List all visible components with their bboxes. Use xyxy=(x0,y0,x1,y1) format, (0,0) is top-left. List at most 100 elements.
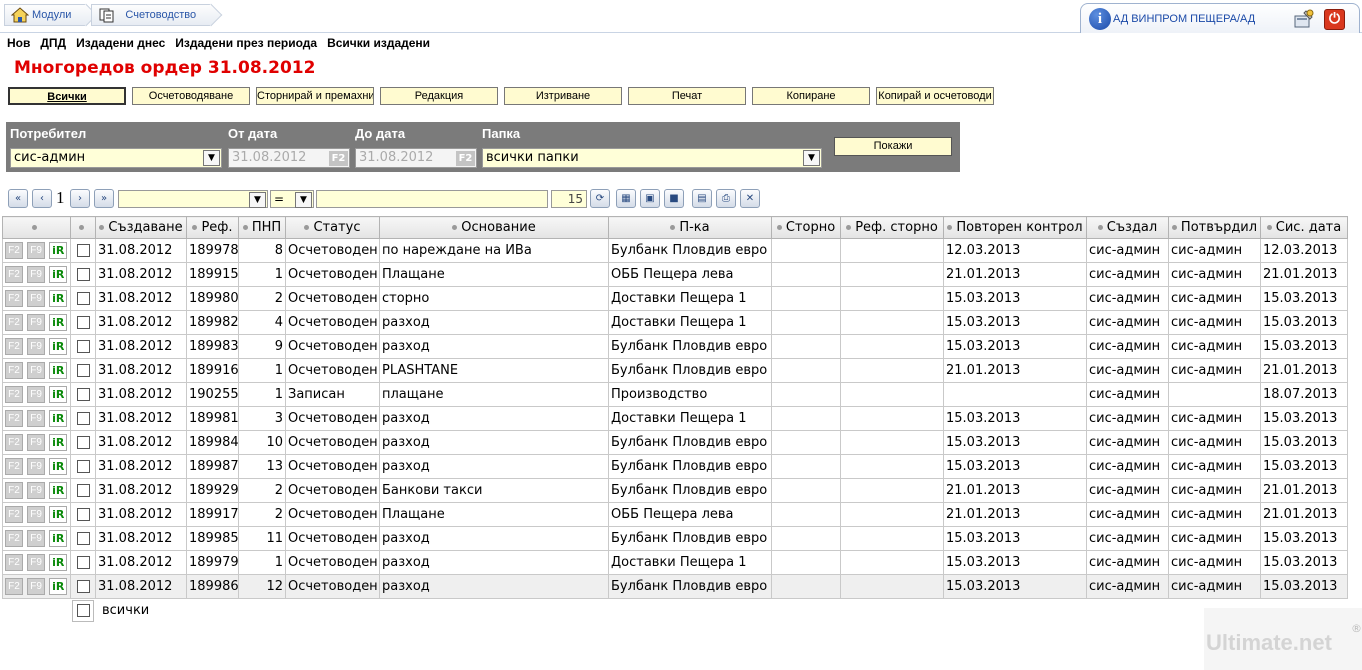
select-all-checkbox[interactable] xyxy=(77,604,90,617)
ir-button[interactable]: iR xyxy=(49,434,68,451)
menu-issued-period[interactable]: Издадени през периода xyxy=(168,34,317,52)
ir-button[interactable]: iR xyxy=(49,290,68,307)
breadcrumb-modules[interactable]: Модули xyxy=(4,4,86,26)
col-created-header[interactable]: Създаване xyxy=(95,216,187,239)
row-checkbox[interactable] xyxy=(76,556,90,569)
col-storno-header[interactable]: Сторно xyxy=(771,216,841,239)
f9-button[interactable]: F9 xyxy=(27,362,46,379)
f2-button[interactable]: F2 xyxy=(5,266,23,283)
copy-post-button[interactable]: Копирай и осчетоводи xyxy=(876,87,994,105)
row-checkbox[interactable] xyxy=(76,316,90,329)
f2-button[interactable]: F2 xyxy=(5,362,23,379)
menu-new[interactable]: Нов xyxy=(0,34,30,52)
from-date-picker-button[interactable]: F2 xyxy=(329,151,348,166)
ir-button[interactable]: iR xyxy=(49,482,68,499)
row-checkbox[interactable] xyxy=(76,532,90,545)
table-row[interactable]: F2 F9 iR 31.08.2012 189987 13 Осчетоводен раз… xyxy=(2,454,1348,479)
row-checkbox[interactable] xyxy=(76,340,90,353)
edit-button[interactable]: Редакция xyxy=(380,87,498,105)
copy-button[interactable]: Копиране xyxy=(752,87,870,105)
table-row[interactable]: F2 F9 iR 31.08.2012 189981 3 Осчетоводен разх… xyxy=(2,406,1348,431)
show-button[interactable]: Покажи xyxy=(834,137,952,156)
ir-button[interactable]: iR xyxy=(49,338,68,355)
table-row[interactable]: F2 F9 iR 31.08.2012 189985 11 Осчетоводен раз… xyxy=(2,526,1348,551)
f2-button[interactable]: F2 xyxy=(5,506,23,523)
post-button[interactable]: Осчетоводяване xyxy=(132,87,250,105)
col-pnp-header[interactable]: ПНП xyxy=(238,216,286,239)
print-preview-icon[interactable]: ▤ xyxy=(692,189,712,208)
menu-all-issued[interactable]: Всички издадени xyxy=(320,34,430,52)
folder-select[interactable]: всички папки ▼ xyxy=(482,148,822,168)
last-page-icon[interactable]: » xyxy=(94,189,114,208)
reverse-remove-button[interactable]: Сторнирай и премахни xyxy=(256,87,374,105)
refresh-icon[interactable]: ⟳ xyxy=(590,189,610,208)
f2-button[interactable]: F2 xyxy=(5,554,23,571)
save-icon[interactable]: ■ xyxy=(664,189,684,208)
table-row[interactable]: F2 F9 iR 31.08.2012 189979 1 Осчетоводен разх… xyxy=(2,550,1348,575)
filter-value-input[interactable] xyxy=(316,190,548,208)
delete-button[interactable]: Изтриване xyxy=(504,87,622,105)
chevron-down-icon[interactable]: ▼ xyxy=(803,150,820,166)
table-row[interactable]: F2 F9 iR 31.08.2012 189982 4 Осчетоводен разх… xyxy=(2,310,1348,335)
row-checkbox[interactable] xyxy=(76,508,90,521)
chevron-down-icon[interactable]: ▼ xyxy=(295,192,312,208)
row-checkbox[interactable] xyxy=(76,436,90,449)
row-checkbox[interactable] xyxy=(76,388,90,401)
f9-button[interactable]: F9 xyxy=(27,242,46,259)
col-approver-header[interactable]: Потвърдил xyxy=(1168,216,1261,239)
image-icon[interactable]: ▣ xyxy=(640,189,660,208)
table-row[interactable]: F2 F9 iR 31.08.2012 189915 1 Осчетоводен Плащ… xyxy=(2,262,1348,287)
info-icon[interactable]: i xyxy=(1089,8,1111,30)
columns-icon[interactable]: ▦ xyxy=(616,189,636,208)
table-row[interactable]: F2 F9 iR 31.08.2012 189916 1 Осчетоводен PLAS… xyxy=(2,358,1348,383)
f9-button[interactable]: F9 xyxy=(27,314,46,331)
col-creator-header[interactable]: Създал xyxy=(1086,216,1169,239)
f9-button[interactable]: F9 xyxy=(27,530,46,547)
f2-button[interactable]: F2 xyxy=(5,314,23,331)
ir-button[interactable]: iR xyxy=(49,554,68,571)
table-row[interactable]: F2 F9 iR 31.08.2012 189917 2 Осчетоводен Плащ… xyxy=(2,502,1348,527)
f2-button[interactable]: F2 xyxy=(5,530,23,547)
f9-button[interactable]: F9 xyxy=(27,434,46,451)
row-checkbox[interactable] xyxy=(76,412,90,425)
row-checkbox[interactable] xyxy=(76,580,90,593)
col-recheck-header[interactable]: Повторен контрол xyxy=(943,216,1087,239)
first-page-icon[interactable]: « xyxy=(8,189,28,208)
col-basis-header[interactable]: Основание xyxy=(379,216,609,239)
row-checkbox[interactable] xyxy=(76,268,90,281)
col-account-header[interactable]: П-ка xyxy=(608,216,772,239)
ir-button[interactable]: iR xyxy=(49,506,68,523)
f2-button[interactable]: F2 xyxy=(5,458,23,475)
col-ref-header[interactable]: Реф. xyxy=(186,216,239,239)
settings-tools-icon[interactable] xyxy=(1293,8,1315,30)
to-date-picker-button[interactable]: F2 xyxy=(456,151,475,166)
col-status-header[interactable]: Статус xyxy=(285,216,380,239)
from-date-field[interactable]: 31.08.2012 F2 xyxy=(228,148,350,168)
table-row[interactable]: F2 F9 iR 31.08.2012 189980 2 Осчетоводен стор… xyxy=(2,286,1348,311)
to-date-field[interactable]: 31.08.2012 F2 xyxy=(355,148,477,168)
f9-button[interactable]: F9 xyxy=(27,458,46,475)
ir-button[interactable]: iR xyxy=(49,578,68,595)
row-checkbox[interactable] xyxy=(76,460,90,473)
ir-button[interactable]: iR xyxy=(49,530,68,547)
f2-button[interactable]: F2 xyxy=(5,578,23,595)
all-button[interactable]: Всички xyxy=(8,87,126,105)
ir-button[interactable]: iR xyxy=(49,314,68,331)
ir-button[interactable]: iR xyxy=(49,410,68,427)
table-row[interactable]: F2 F9 iR 31.08.2012 189929 2 Осчетоводен Банк… xyxy=(2,478,1348,503)
f9-button[interactable]: F9 xyxy=(27,290,46,307)
print-icon[interactable]: ⎙ xyxy=(716,189,736,208)
table-row[interactable]: F2 F9 iR 31.08.2012 190255 1 Записан плащане П… xyxy=(2,382,1348,407)
col-sysdate-header[interactable]: Сис. дата xyxy=(1260,216,1348,239)
breadcrumb-accounting[interactable]: Счетоводство xyxy=(91,4,211,26)
prev-page-icon[interactable]: ‹ xyxy=(32,189,52,208)
menu-issued-today[interactable]: Издадени днес xyxy=(69,34,165,52)
ir-button[interactable]: iR xyxy=(49,266,68,283)
chevron-down-icon[interactable]: ▼ xyxy=(203,150,220,166)
table-row[interactable]: F2 F9 iR 31.08.2012 189983 9 Осчетоводен разх… xyxy=(2,334,1348,359)
f9-button[interactable]: F9 xyxy=(27,506,46,523)
f9-button[interactable]: F9 xyxy=(27,338,46,355)
ir-button[interactable]: iR xyxy=(49,362,68,379)
print-button[interactable]: Печат xyxy=(628,87,746,105)
ir-button[interactable]: iR xyxy=(49,242,68,259)
